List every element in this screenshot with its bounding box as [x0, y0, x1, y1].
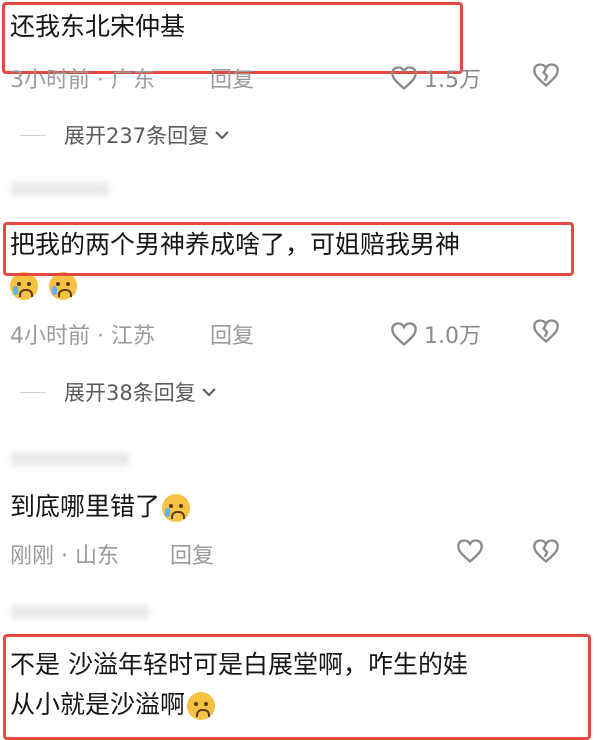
blurred-username: [10, 452, 130, 466]
expand-replies-label: 展开38条回复: [64, 381, 196, 405]
comment-time-location: 刚刚 · 山东: [10, 544, 119, 569]
chevron-down-icon: [215, 131, 229, 140]
broken-heart-icon: [533, 539, 559, 564]
comment-time-location: 3小时前 · 广东: [10, 68, 155, 93]
comment-text-2: 把我的两个男神养成啥了，可姐赔我男神: [10, 230, 461, 259]
reply-button[interactable]: 回复: [170, 538, 214, 570]
emoji-row-2: [10, 272, 83, 300]
comment-text-1: 还我东北宋仲基: [10, 12, 186, 41]
dislike-button[interactable]: [532, 62, 560, 92]
comment-meta-1: 3小时前 · 广东 回复: [10, 62, 600, 94]
chevron-down-icon: [202, 388, 216, 397]
expand-replies-2[interactable]: 展开38条回复: [20, 377, 218, 407]
comment-text-3-content: 到底哪里错了: [10, 492, 161, 521]
broken-heart-icon: [533, 63, 559, 88]
pleading-face-emoji: [187, 692, 216, 720]
reply-button[interactable]: 回复: [210, 62, 254, 94]
crying-face-emoji: [10, 272, 38, 300]
comment-meta-2: 4小时前 · 江苏 回复: [10, 318, 600, 350]
comment-text-4-line1: 不是 沙溢年轻时可是白展堂啊，咋生的娃: [10, 650, 468, 679]
dislike-button[interactable]: [532, 538, 560, 568]
reply-button[interactable]: 回复: [210, 318, 254, 350]
comment-time-location: 4小时前 · 江苏: [10, 324, 155, 349]
heart-outline-icon: [391, 66, 417, 91]
like-button[interactable]: 1.5万: [390, 62, 481, 94]
dislike-button[interactable]: [532, 318, 560, 348]
heart-outline-icon: [391, 322, 417, 347]
expand-replies-label: 展开237条回复: [64, 124, 210, 148]
comment-text-4-line2: 从小就是沙溢啊: [10, 688, 221, 722]
blurred-username: [10, 182, 110, 196]
like-button[interactable]: 1.0万: [390, 318, 481, 350]
crying-face-emoji: [49, 272, 78, 300]
like-count: 1.5万: [424, 68, 481, 93]
blurred-username: [10, 605, 150, 619]
like-count: 1.0万: [424, 324, 481, 349]
heart-outline-icon: [457, 539, 483, 564]
comment-text-4-line2-content: 从小就是沙溢啊: [10, 690, 186, 719]
comment-text-3: 到底哪里错了: [10, 490, 196, 524]
divider-dash: [20, 134, 46, 136]
broken-heart-icon: [533, 319, 559, 344]
expand-replies-1[interactable]: 展开237条回复: [20, 120, 231, 150]
comment-meta-3: 刚刚 · 山东 回复: [10, 538, 600, 570]
like-button[interactable]: [456, 538, 484, 564]
crying-face-emoji: [162, 494, 191, 522]
divider-dash: [20, 391, 46, 393]
